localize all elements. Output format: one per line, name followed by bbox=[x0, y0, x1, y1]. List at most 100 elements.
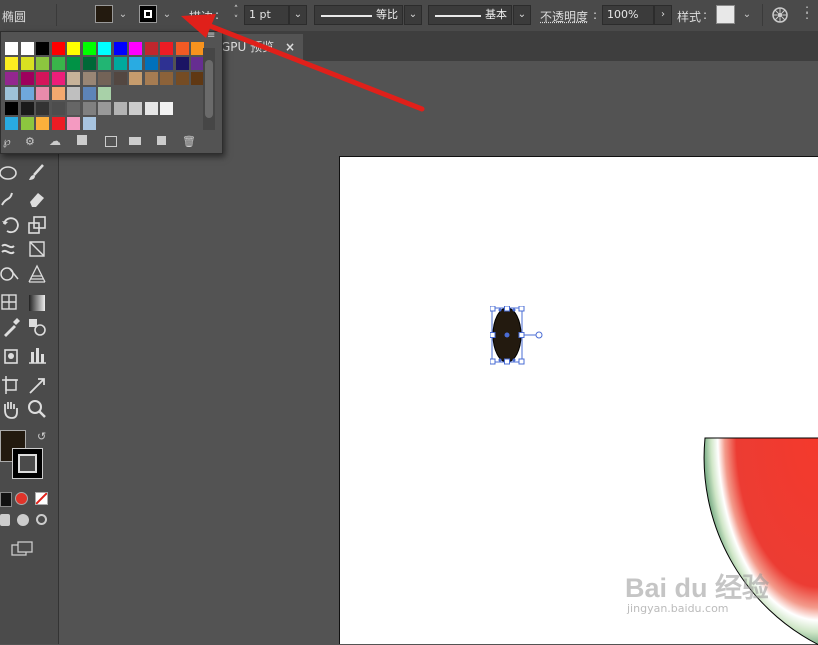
swatch[interactable] bbox=[82, 72, 96, 85]
chevron-down-icon[interactable]: ⌄ bbox=[740, 7, 754, 23]
color-mode-button[interactable] bbox=[0, 492, 12, 507]
mesh-tool-icon[interactable] bbox=[0, 292, 24, 314]
swatch[interactable] bbox=[51, 102, 65, 115]
swatch[interactable] bbox=[113, 57, 127, 70]
swatch[interactable] bbox=[98, 72, 111, 85]
swatch[interactable] bbox=[51, 42, 65, 55]
zoom-tool-icon[interactable] bbox=[26, 398, 50, 420]
swatch[interactable] bbox=[67, 42, 80, 55]
swatch[interactable] bbox=[144, 72, 158, 85]
swatch[interactable] bbox=[51, 57, 65, 70]
brush-dropdown[interactable]: ⌄ bbox=[513, 5, 531, 25]
swatch[interactable] bbox=[129, 102, 142, 115]
new-color-group-icon[interactable] bbox=[129, 137, 141, 145]
draw-inside-icon[interactable] bbox=[36, 514, 47, 525]
brush-definition[interactable]: 基本 bbox=[428, 5, 512, 25]
swatch[interactable] bbox=[175, 57, 189, 70]
swatch[interactable] bbox=[36, 87, 49, 100]
gradient-tool-icon[interactable] bbox=[26, 292, 50, 314]
swatch[interactable] bbox=[67, 102, 80, 115]
swatch[interactable] bbox=[160, 72, 173, 85]
hand-tool-icon[interactable] bbox=[0, 398, 24, 420]
swatch[interactable] bbox=[20, 57, 34, 70]
swatch[interactable] bbox=[175, 72, 189, 85]
stroke-weight-input[interactable]: 1 pt bbox=[244, 5, 289, 25]
opacity-arrow-button[interactable]: › bbox=[654, 5, 672, 25]
swatch[interactable] bbox=[20, 42, 34, 55]
swatch[interactable] bbox=[129, 57, 142, 70]
swatch[interactable] bbox=[67, 72, 80, 85]
paintbrush-tool-icon[interactable] bbox=[26, 162, 50, 184]
swatch[interactable] bbox=[20, 117, 34, 130]
opacity-label[interactable]: 不透明度 bbox=[540, 8, 588, 25]
draw-normal-icon[interactable] bbox=[0, 514, 10, 526]
swatch[interactable] bbox=[5, 117, 18, 130]
shaper-tool-icon[interactable] bbox=[0, 187, 24, 209]
none-mode-button[interactable] bbox=[35, 492, 48, 505]
chevron-down-icon[interactable]: ⌄ bbox=[160, 7, 174, 23]
swatch[interactable] bbox=[144, 42, 158, 55]
perspective-grid-tool-icon[interactable] bbox=[26, 263, 50, 285]
swatch[interactable] bbox=[98, 102, 111, 115]
chevron-down-icon[interactable]: ⌄ bbox=[116, 7, 130, 23]
swatch[interactable] bbox=[51, 87, 65, 100]
swatch[interactable] bbox=[51, 117, 65, 130]
graphic-style-swatch[interactable] bbox=[716, 5, 735, 24]
artboard[interactable]: Bai du 经验 jingyan.baidu.com bbox=[339, 156, 818, 645]
swatch[interactable] bbox=[82, 117, 96, 130]
swatch[interactable] bbox=[98, 57, 111, 70]
draw-behind-icon[interactable] bbox=[17, 514, 29, 526]
eraser-tool-icon[interactable] bbox=[26, 187, 50, 209]
swatch[interactable] bbox=[113, 42, 127, 55]
color-group-icon[interactable] bbox=[105, 136, 117, 147]
swatch[interactable] bbox=[20, 87, 34, 100]
swatch[interactable] bbox=[98, 42, 111, 55]
selected-ellipse-group[interactable] bbox=[490, 306, 700, 366]
stroke-swatch[interactable] bbox=[12, 448, 43, 479]
swatch[interactable] bbox=[129, 42, 142, 55]
new-swatch-icon[interactable] bbox=[157, 136, 166, 145]
swatch[interactable] bbox=[82, 57, 96, 70]
swatch-library-icon[interactable]: ℘ bbox=[3, 135, 11, 148]
panel-menu-icon[interactable]: ≡ bbox=[207, 30, 215, 41]
swatch[interactable] bbox=[5, 102, 18, 115]
symbol-sprayer-tool-icon[interactable] bbox=[0, 344, 24, 366]
recolor-artwork-icon[interactable] bbox=[771, 6, 789, 24]
document-tab[interactable]: GPU 预览 × bbox=[215, 34, 303, 61]
swatch[interactable] bbox=[82, 102, 96, 115]
swatch[interactable] bbox=[129, 72, 142, 85]
swap-fill-stroke-icon[interactable]: ↺ bbox=[37, 430, 49, 443]
swatch[interactable] bbox=[67, 57, 80, 70]
blend-tool-icon[interactable] bbox=[26, 316, 50, 338]
swatch[interactable] bbox=[5, 72, 18, 85]
swatch[interactable] bbox=[5, 42, 18, 55]
swatch[interactable] bbox=[144, 57, 158, 70]
swatch[interactable] bbox=[67, 87, 80, 100]
swatch[interactable] bbox=[160, 102, 173, 115]
stroke-weight-dropdown[interactable]: ⌄ bbox=[289, 5, 307, 25]
stroke-weight-stepper[interactable]: ˄ ˅ bbox=[229, 5, 243, 25]
stroke-color-button[interactable] bbox=[139, 5, 157, 23]
swatch[interactable] bbox=[5, 87, 18, 100]
swatch[interactable] bbox=[160, 57, 173, 70]
swatch[interactable] bbox=[5, 57, 18, 70]
swatch[interactable] bbox=[144, 102, 158, 115]
show-kinds-icon[interactable]: ⚙ bbox=[25, 135, 35, 148]
fill-color-button[interactable] bbox=[95, 5, 113, 23]
scale-tool-icon[interactable] bbox=[26, 214, 50, 236]
swatch[interactable] bbox=[51, 72, 65, 85]
swatch[interactable] bbox=[36, 42, 49, 55]
more-options-icon[interactable]: :: bbox=[805, 3, 815, 24]
free-transform-tool-icon[interactable] bbox=[26, 238, 50, 260]
swatch[interactable] bbox=[98, 87, 111, 100]
close-icon[interactable]: × bbox=[285, 34, 295, 61]
swatch[interactable] bbox=[36, 57, 49, 70]
swatch[interactable] bbox=[82, 87, 96, 100]
cloud-library-icon[interactable]: ☁ bbox=[49, 134, 61, 148]
swatch[interactable] bbox=[160, 42, 173, 55]
ellipse-tool-icon[interactable] bbox=[0, 162, 24, 184]
swatch[interactable] bbox=[36, 72, 49, 85]
swatch[interactable] bbox=[36, 117, 49, 130]
rotate-tool-icon[interactable] bbox=[0, 214, 24, 236]
variable-width-profile[interactable]: 等比 bbox=[314, 5, 403, 25]
